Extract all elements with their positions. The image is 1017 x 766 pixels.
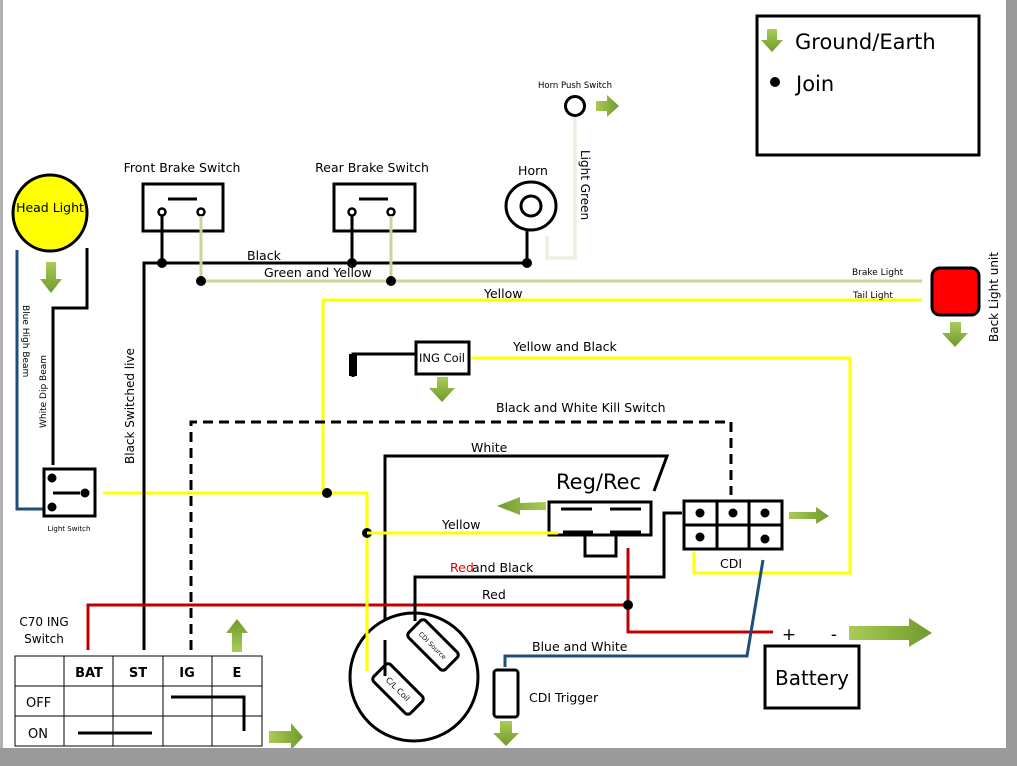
ign-switch-label-1: C70 ING — [19, 615, 68, 629]
ign-switch-table: BAT ST IG E OFF ON — [14, 655, 263, 747]
legend-join-label: Join — [794, 72, 834, 96]
ground-arrow-icon — [226, 619, 248, 652]
front-brake-switch-label: Front Brake Switch — [124, 160, 241, 175]
horn: Horn — [504, 163, 558, 232]
join-dot-icon — [196, 276, 206, 286]
ground-arrow-icon — [497, 497, 546, 515]
rear-brake-switch-label: Rear Brake Switch — [315, 160, 429, 175]
reg-rec-label: Reg/Rec — [556, 470, 641, 494]
label-white-dip-beam: White Dip Beam — [39, 355, 49, 428]
ground-arrow-icon — [269, 723, 303, 750]
horn-label: Horn — [518, 163, 548, 178]
label-red-and-black-rest: and Black — [472, 560, 534, 575]
front-brake-switch: Front Brake Switch — [124, 160, 241, 233]
ground-arrow-icon — [429, 377, 455, 402]
join-dot-icon — [386, 276, 396, 286]
wiring-diagram: Ground/Earth Join Head Light Blue High B… — [11, 14, 1001, 750]
page-edge-right — [1006, 0, 1017, 766]
battery-minus: - — [831, 625, 837, 645]
ign-header-ig: IG — [179, 666, 195, 681]
cdi-label: CDI — [720, 556, 742, 571]
label-white: White — [471, 440, 508, 455]
cdi-trigger: CDI Trigger — [492, 668, 599, 719]
label-yellow-mid: Yellow — [441, 517, 480, 532]
label-tail-light: Tail Light — [852, 291, 893, 301]
wire-light-green — [545, 116, 577, 260]
wire-ing-coil-plug — [351, 352, 416, 377]
back-light-unit: Back Light unit — [930, 252, 1001, 342]
wire-yellow-tail-light — [321, 298, 922, 493]
back-light-unit-label: Back Light unit — [987, 252, 1001, 342]
reg-rec — [547, 500, 653, 558]
ign-header-bat: BAT — [75, 666, 103, 681]
battery: Battery — [763, 644, 861, 710]
join-dot-icon — [770, 77, 780, 87]
ign-row-on: ON — [28, 727, 48, 742]
cdi-trigger-label: CDI Trigger — [529, 690, 599, 705]
cdi: CDI — [682, 499, 784, 571]
ign-header-st: ST — [129, 666, 147, 681]
page-edge-bottom — [0, 748, 1017, 766]
label-blue-and-white: Blue and White — [532, 639, 628, 654]
light-switch: Light Switch — [42, 467, 97, 533]
wire-red-battery — [626, 548, 773, 634]
spark-plug-cap — [349, 354, 357, 376]
legend-ground-label: Ground/Earth — [795, 30, 936, 54]
battery-label: Battery — [775, 666, 849, 690]
ign-row-off: OFF — [26, 696, 51, 711]
head-light-label: Head Light — [16, 200, 84, 215]
label-light-green: Light Green — [578, 150, 592, 220]
ing-coil: ING Coil — [414, 340, 471, 376]
join-dot-icon — [157, 258, 167, 268]
rear-brake-switch: Rear Brake Switch — [315, 160, 429, 233]
label-brake-light: Brake Light — [852, 268, 904, 278]
wire-yellow-and-black — [471, 356, 852, 575]
label-yellow-and-black: Yellow and Black — [512, 339, 618, 354]
head-light: Head Light — [11, 173, 89, 253]
join-dot-icon — [623, 600, 633, 610]
stator: C/L Coil CDI Source — [348, 611, 480, 743]
label-blue-high-beam: Blue High Beam — [20, 305, 30, 377]
label-green-and-yellow: Green and Yellow — [264, 265, 372, 280]
horn-push-switch-label: Horn Push Switch — [538, 81, 612, 91]
ground-arrow-icon — [849, 618, 932, 647]
label-red-and-black-red: Red — [450, 560, 474, 575]
label-red: Red — [482, 587, 506, 602]
label-black-switched-live: Black Switched live — [123, 348, 137, 464]
battery-plus: + — [782, 625, 796, 645]
light-switch-label: Light Switch — [48, 525, 91, 533]
label-black: Black — [247, 248, 282, 263]
ground-arrow-icon — [40, 262, 62, 293]
ign-switch-label-2: Switch — [24, 632, 64, 646]
label-kill-switch: Black and White Kill Switch — [496, 400, 666, 415]
label-yellow-top: Yellow — [483, 286, 522, 301]
ground-arrow-icon — [493, 721, 519, 746]
join-dot-icon — [322, 488, 332, 498]
ground-arrow-icon — [942, 322, 968, 347]
ground-arrow-icon — [596, 95, 619, 117]
ing-coil-label: ING Coil — [419, 351, 465, 365]
ign-header-e: E — [233, 666, 242, 681]
ground-arrow-icon — [789, 507, 829, 524]
legend-box: Ground/Earth Join — [755, 14, 981, 157]
join-dot-icon — [347, 258, 357, 268]
